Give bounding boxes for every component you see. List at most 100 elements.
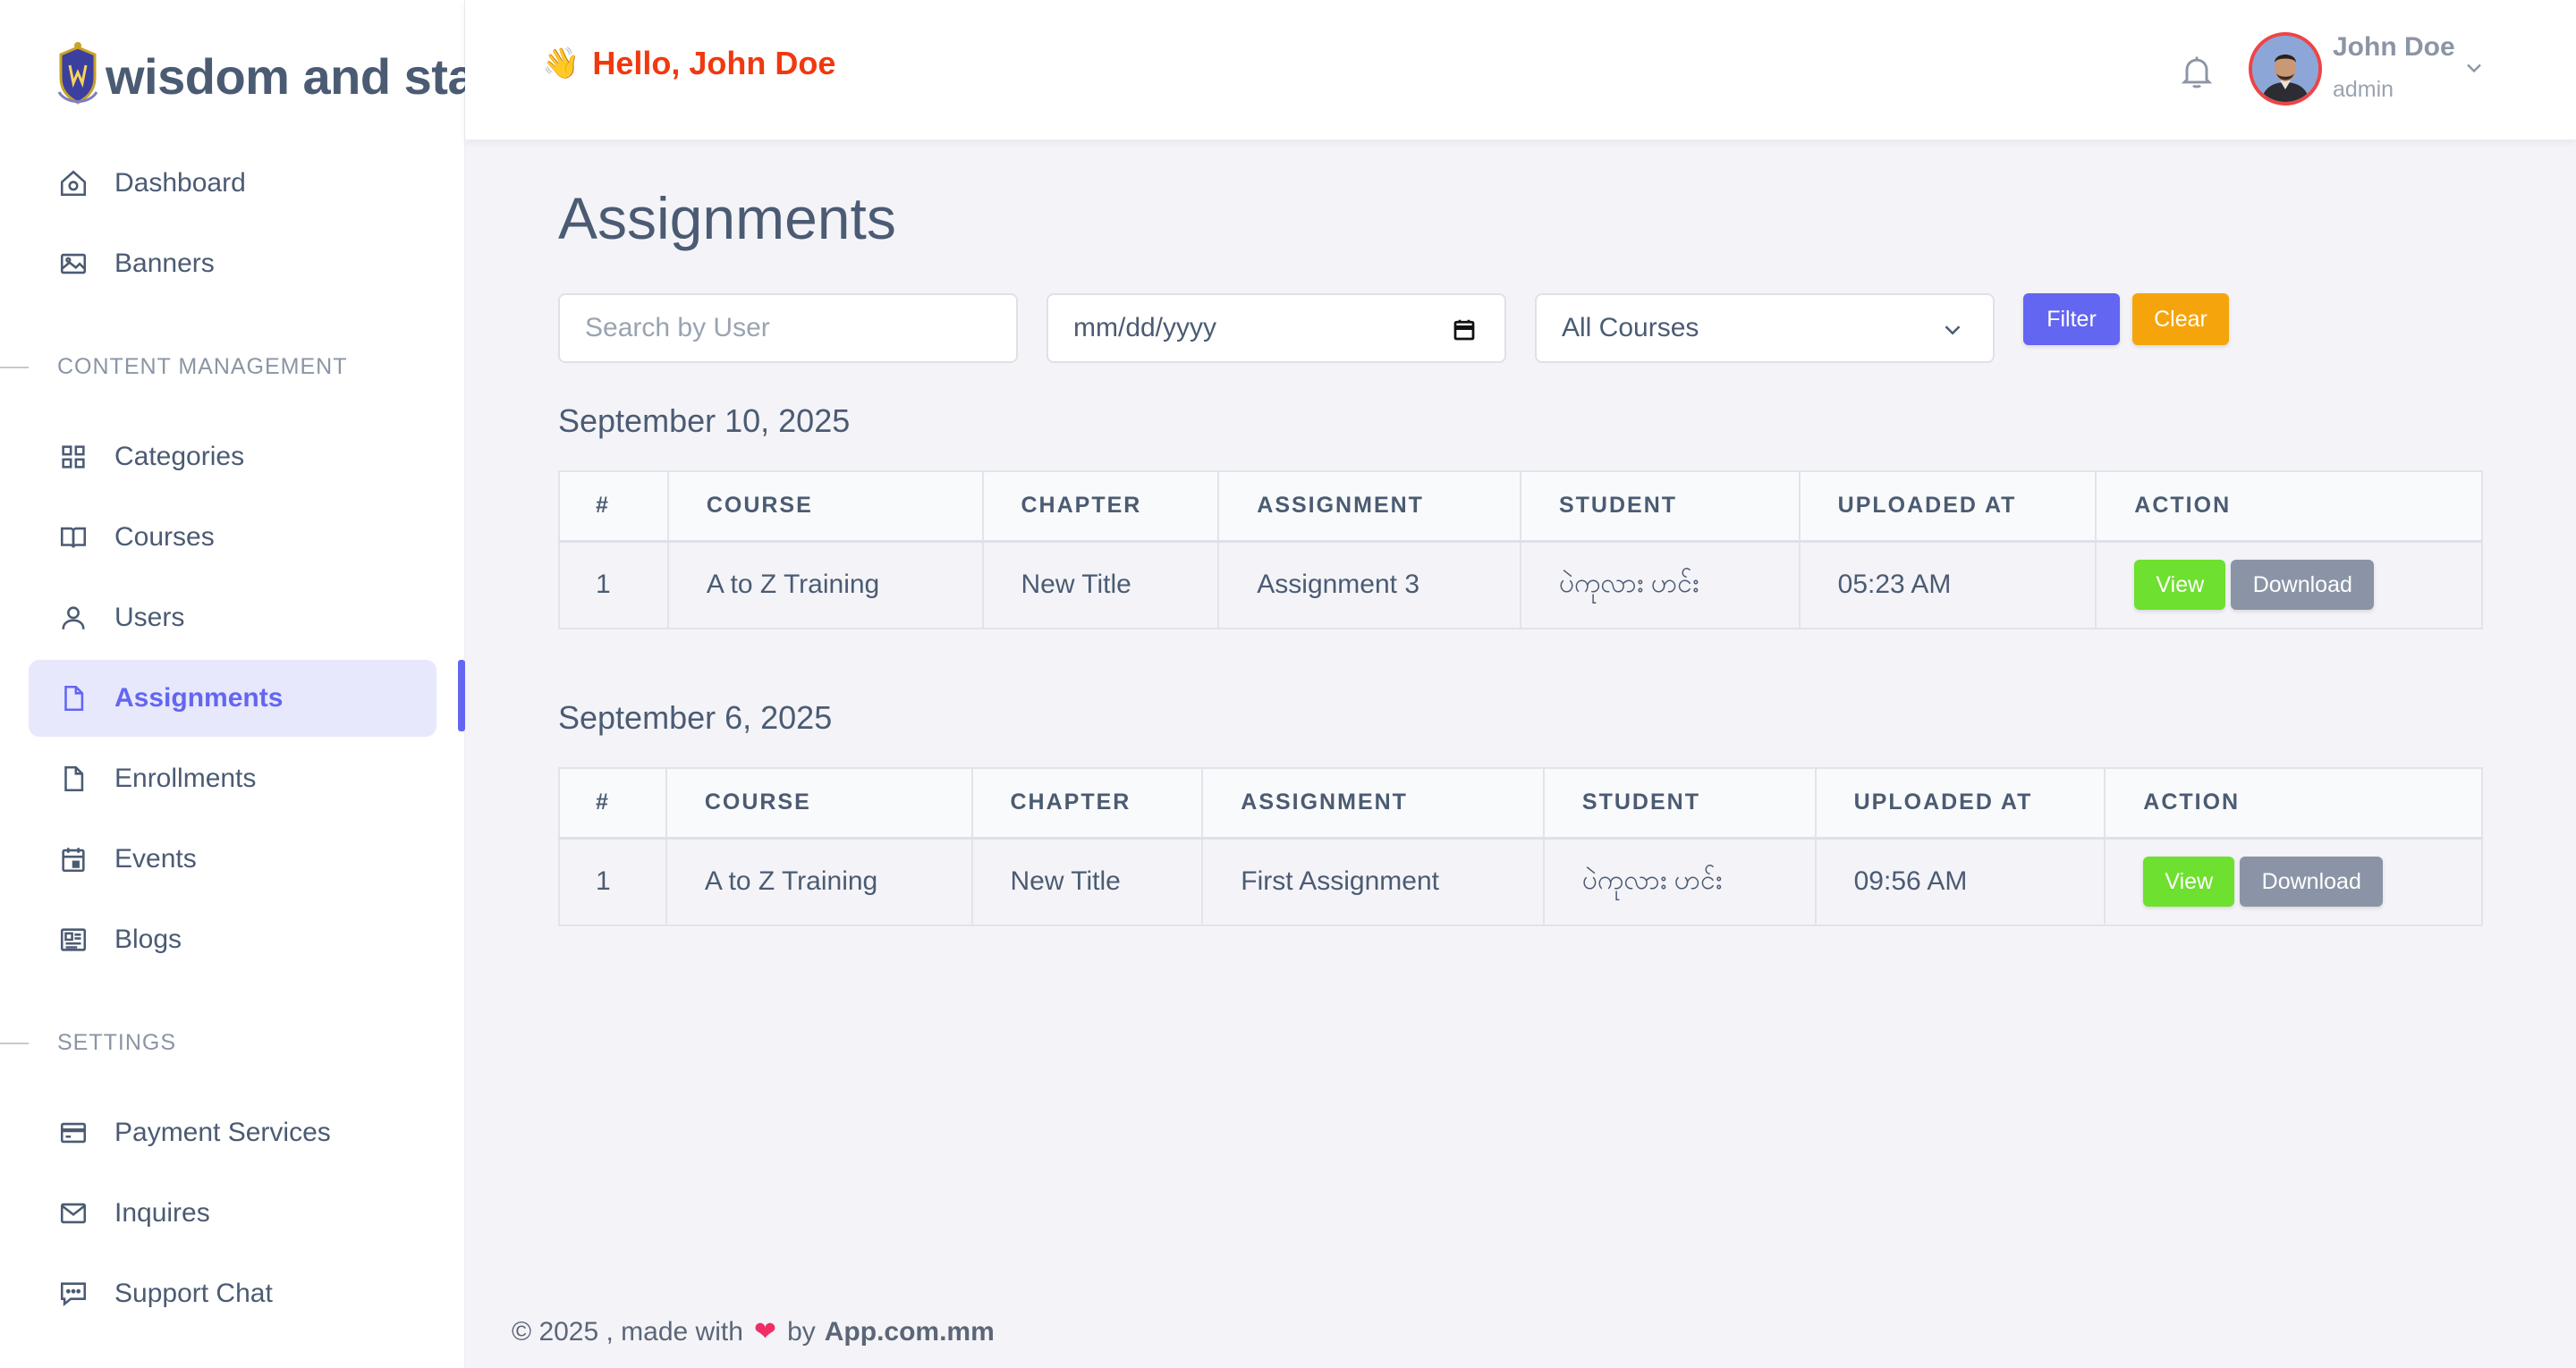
column-header: CHAPTER — [981, 470, 1220, 543]
column-header: UPLOADED AT — [1814, 767, 2106, 840]
download-button[interactable]: Download — [2231, 560, 2375, 611]
sidebar-item-payment-services[interactable]: Payment Services — [29, 1094, 436, 1171]
cell-student: ပဲကုလား ဟင်း — [1542, 837, 1817, 926]
cell-assignment: Assignment 3 — [1217, 540, 1521, 629]
greeting-text: Hello, John Doe — [592, 45, 836, 81]
section-divider — [0, 1043, 29, 1044]
download-button[interactable]: Download — [2240, 857, 2384, 908]
cell-course: A to Z Training — [665, 837, 973, 926]
section-divider — [0, 367, 29, 368]
chevron-down-icon — [1945, 325, 1961, 335]
column-header: ASSIGNMENT — [1217, 470, 1521, 543]
row-number: 1 — [558, 837, 667, 926]
sidebar-item-categories[interactable]: Categories — [29, 418, 436, 495]
sidebar-item-enrollments[interactable]: Enrollments — [29, 740, 436, 817]
image-icon — [57, 248, 89, 280]
date-input[interactable]: mm/dd/yyyy — [1046, 293, 1506, 363]
brand-name: wisdom and stal — [106, 47, 465, 105]
cell-course: A to Z Training — [666, 540, 984, 629]
course-select[interactable]: All Courses — [1535, 293, 1995, 363]
footer: © 2025 , made with ❤ by App.com.mm — [512, 1316, 995, 1347]
assignments-table: # COURSE CHAPTER ASSIGNMENT STUDENT UPLO… — [558, 470, 2483, 629]
footer-text: © 2025 , made with — [512, 1316, 743, 1347]
sidebar-item-label: Enrollments — [114, 764, 257, 793]
column-header: STUDENT — [1519, 470, 1801, 543]
cell-chapter: New Title — [970, 837, 1204, 926]
calendar-icon[interactable] — [1451, 317, 1478, 343]
sidebar-item-label: Assignments — [114, 683, 284, 713]
sidebar-item-label: Events — [114, 844, 197, 874]
column-header: UPLOADED AT — [1798, 470, 2097, 543]
cell-chapter: New Title — [981, 540, 1220, 629]
user-icon — [57, 602, 89, 634]
cell-uploaded-at: 05:23 AM — [1798, 540, 2097, 629]
avatar[interactable] — [2249, 32, 2322, 106]
column-header: ACTION — [2095, 470, 2483, 543]
footer-brand-link[interactable]: App.com.mm — [825, 1317, 995, 1347]
cell-action: View Download — [2104, 837, 2483, 926]
filter-button[interactable]: Filter — [2023, 293, 2120, 345]
mail-icon — [57, 1197, 89, 1229]
chat-icon — [57, 1278, 89, 1310]
table-header-row: # COURSE CHAPTER ASSIGNMENT STUDENT UPLO… — [558, 767, 2483, 840]
user-name[interactable]: John Doe — [2333, 32, 2455, 63]
brand[interactable]: wisdom and stal — [54, 36, 465, 116]
sidebar-item-label: Payment Services — [114, 1118, 331, 1147]
view-button[interactable]: View — [2134, 560, 2226, 611]
cell-uploaded-at: 09:56 AM — [1814, 837, 2106, 926]
section-label-content: CONTENT MANAGEMENT — [57, 354, 348, 379]
column-header: COURSE — [666, 470, 984, 543]
active-indicator — [458, 660, 465, 731]
table-row: 1 A to Z Training New Title First Assign… — [558, 837, 2483, 926]
sidebar-item-label: Courses — [114, 522, 215, 552]
page-title: Assignments — [558, 185, 896, 251]
clear-button[interactable]: Clear — [2132, 293, 2229, 345]
user-role: admin — [2333, 77, 2394, 102]
date-group-heading: September 6, 2025 — [558, 699, 833, 736]
grid-icon — [57, 441, 89, 473]
calendar-icon — [57, 843, 89, 875]
sidebar-item-label: Banners — [114, 249, 215, 278]
newspaper-icon — [57, 924, 89, 956]
file-icon — [57, 682, 89, 714]
brand-logo-icon — [57, 42, 98, 105]
sidebar-item-support-chat[interactable]: Support Chat — [29, 1255, 436, 1332]
search-placeholder: Search by User — [585, 313, 770, 342]
sidebar-item-banners[interactable]: Banners — [29, 225, 436, 302]
top-header: 👋 Hello, John Doe John Doe admin — [465, 0, 2576, 139]
sidebar-item-inquires[interactable]: Inquires — [29, 1175, 436, 1252]
column-header: STUDENT — [1542, 767, 1817, 840]
table-header-row: # COURSE CHAPTER ASSIGNMENT STUDENT UPLO… — [558, 470, 2483, 543]
sidebar-item-label: Categories — [114, 442, 245, 471]
sidebar-item-label: Dashboard — [114, 168, 246, 198]
sidebar-item-users[interactable]: Users — [29, 579, 436, 656]
cell-student: ပဲကုလား ဟင်း — [1519, 540, 1801, 629]
wave-icon: 👋 — [542, 46, 580, 80]
date-placeholder: mm/dd/yyyy — [1073, 313, 1217, 342]
column-header: # — [558, 470, 669, 543]
bell-icon[interactable] — [2177, 52, 2216, 91]
chevron-down-icon[interactable] — [2462, 55, 2487, 80]
sidebar-item-blogs[interactable]: Blogs — [29, 901, 436, 978]
column-header: ASSIGNMENT — [1201, 767, 1545, 840]
heart-icon: ❤ — [753, 1317, 777, 1347]
date-group-heading: September 10, 2025 — [558, 402, 851, 439]
sidebar-item-courses[interactable]: Courses — [29, 499, 436, 576]
sidebar-item-label: Support Chat — [114, 1279, 273, 1308]
sidebar: wisdom and stal Dashboard Banners CONTEN… — [0, 0, 465, 1368]
cell-assignment: First Assignment — [1201, 837, 1545, 926]
column-header: CHAPTER — [970, 767, 1204, 840]
sidebar-item-label: Inquires — [114, 1198, 210, 1228]
course-select-value: All Courses — [1562, 313, 1699, 342]
section-label-settings: SETTINGS — [57, 1030, 177, 1055]
search-input[interactable]: Search by User — [558, 293, 1018, 363]
view-button[interactable]: View — [2143, 857, 2235, 908]
greeting: 👋 Hello, John Doe — [542, 45, 835, 82]
sidebar-item-dashboard[interactable]: Dashboard — [29, 145, 436, 222]
column-header: ACTION — [2104, 767, 2483, 840]
file-icon — [57, 763, 89, 795]
assignments-table: # COURSE CHAPTER ASSIGNMENT STUDENT UPLO… — [558, 767, 2483, 926]
sidebar-item-events[interactable]: Events — [29, 821, 436, 898]
sidebar-item-assignments[interactable]: Assignments — [29, 660, 436, 737]
home-icon — [57, 167, 89, 199]
